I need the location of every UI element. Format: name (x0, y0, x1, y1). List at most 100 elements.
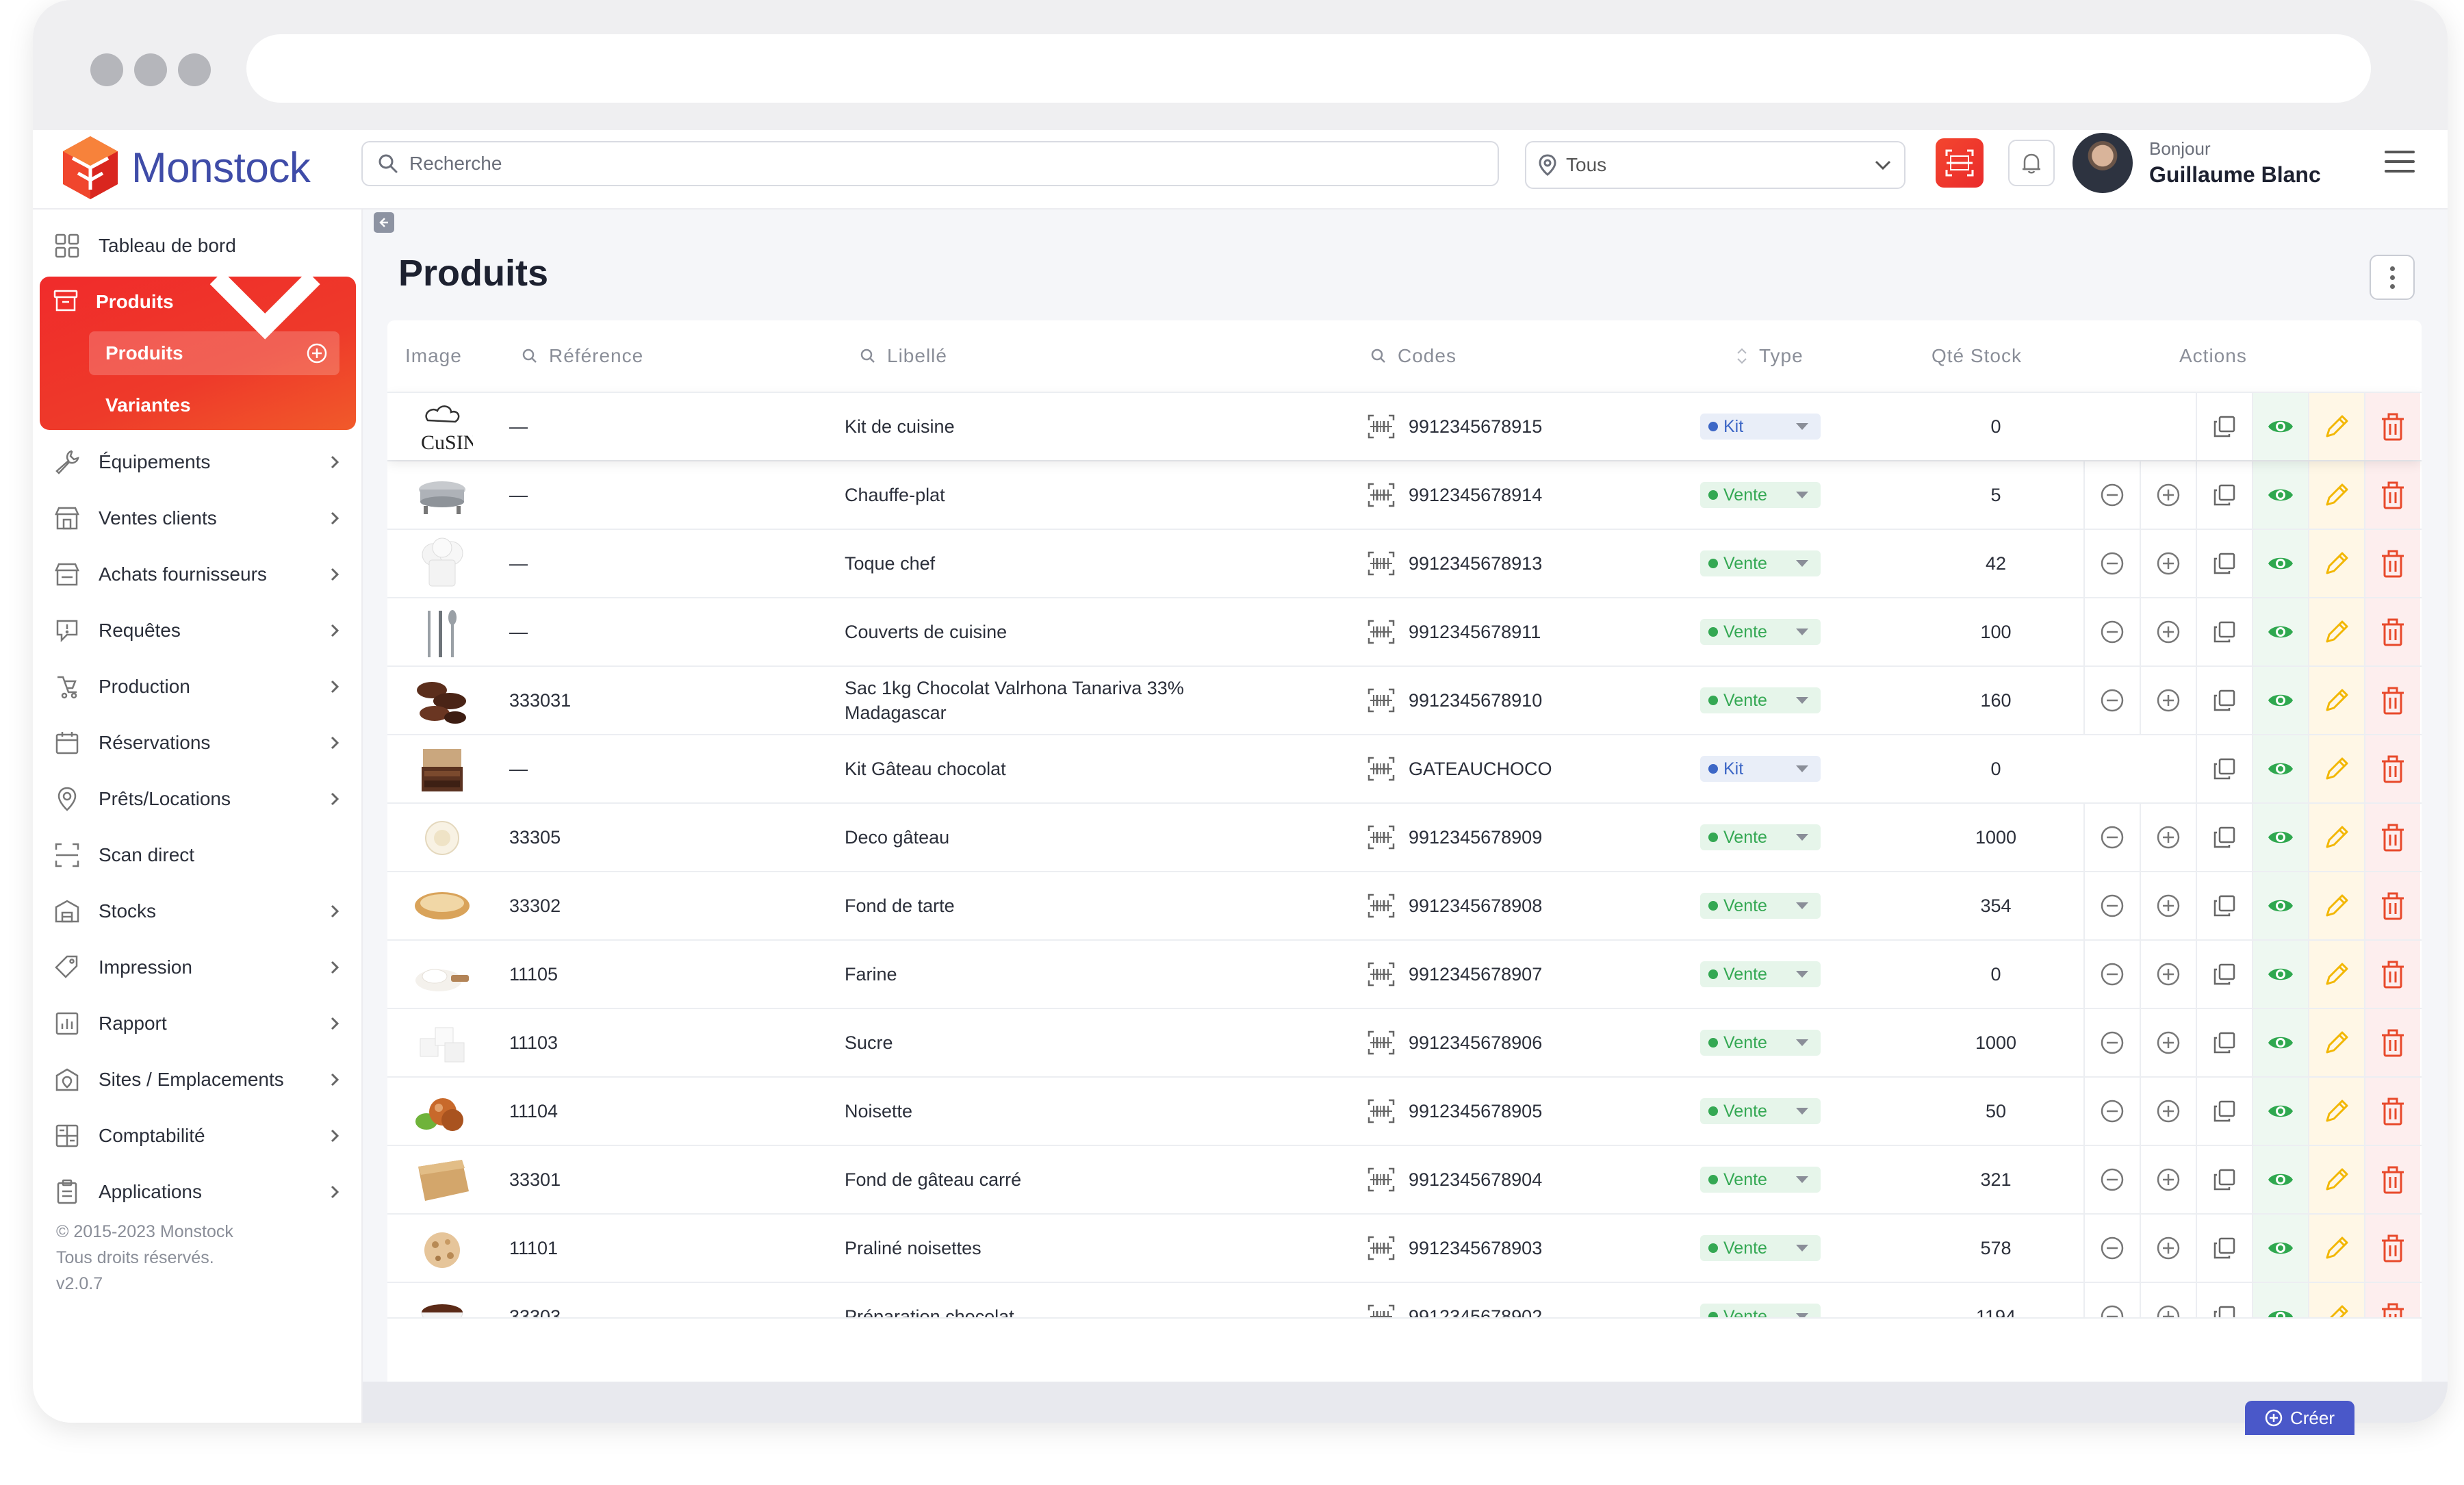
table-row[interactable]: — Kit Gâteau chocolat GATEAUCHOCO Kit 0 (387, 734, 2422, 802)
sidebar-item-sites-emplacements[interactable]: Sites / Emplacements (40, 1054, 356, 1105)
view-button[interactable] (2252, 1215, 2308, 1282)
table-row[interactable]: 33305 Deco gâteau 9912345678909 Vente 1000 (387, 802, 2422, 871)
edit-button[interactable] (2308, 1078, 2364, 1145)
view-button[interactable] (2252, 1146, 2308, 1213)
sidebar-item-requetes[interactable]: Requêtes (40, 605, 356, 656)
type-select[interactable]: Vente (1700, 687, 1821, 713)
sidebar-item-products[interactable]: Produits (40, 271, 356, 340)
window-minimize-dot[interactable] (134, 53, 167, 86)
increase-stock-button[interactable] (2140, 598, 2196, 665)
edit-button[interactable] (2308, 530, 2364, 597)
duplicate-button[interactable] (2196, 667, 2252, 734)
search-input[interactable] (409, 153, 1436, 175)
monstock-logo[interactable]: Monstock (59, 130, 311, 205)
sidebar-item-comptabilite[interactable]: Comptabilité (40, 1110, 356, 1161)
duplicate-button[interactable] (2196, 1009, 2252, 1076)
delete-button[interactable] (2364, 1078, 2420, 1145)
sidebar-item-prets-locations[interactable]: Prêts/Locations (40, 774, 356, 824)
table-row[interactable]: CuSIN — Kit de cuisine 9912345678915 Kit 0 (387, 392, 2422, 460)
table-row[interactable]: 33301 Fond de gâteau carré 9912345678904 Ve… (387, 1145, 2422, 1213)
horizontal-scrollbar[interactable] (363, 1382, 2448, 1423)
edit-button[interactable] (2308, 598, 2364, 665)
table-row[interactable]: 33302 Fond de tarte 9912345678908 Vente 354 (387, 871, 2422, 939)
duplicate-button[interactable] (2196, 941, 2252, 1008)
type-select[interactable]: Vente (1700, 824, 1821, 850)
delete-button[interactable] (2364, 393, 2420, 460)
decrease-stock-button[interactable] (2083, 1215, 2140, 1282)
window-close-dot[interactable] (90, 53, 123, 86)
sidebar-item-stocks[interactable]: Stocks (40, 886, 356, 937)
increase-stock-button[interactable] (2140, 804, 2196, 871)
delete-button[interactable] (2364, 804, 2420, 871)
table-row[interactable]: 11101 Praliné noisettes 9912345678903 Vente… (387, 1213, 2422, 1282)
type-select[interactable]: Vente (1700, 1235, 1821, 1261)
table-row[interactable]: — Couverts de cuisine 9912345678911 Vente 10… (387, 597, 2422, 665)
view-button[interactable] (2252, 461, 2308, 529)
delete-button[interactable] (2364, 872, 2420, 939)
delete-button[interactable] (2364, 735, 2420, 802)
duplicate-button[interactable] (2196, 1146, 2252, 1213)
type-select[interactable]: Vente (1700, 1098, 1821, 1124)
decrease-stock-button[interactable] (2083, 1009, 2140, 1076)
type-select[interactable]: Kit (1700, 414, 1821, 440)
edit-button[interactable] (2308, 735, 2364, 802)
sidebar-subitem-products[interactable]: Produits (89, 331, 339, 375)
table-row[interactable]: — Chauffe-plat 9912345678914 Vente 5 (387, 460, 2422, 529)
duplicate-button[interactable] (2196, 1078, 2252, 1145)
delete-button[interactable] (2364, 461, 2420, 529)
hamburger-menu-icon[interactable] (2385, 151, 2415, 175)
more-options-button[interactable] (2370, 255, 2415, 300)
type-select[interactable]: Vente (1700, 893, 1821, 919)
type-select[interactable]: Vente (1700, 961, 1821, 987)
type-select[interactable]: Vente (1700, 550, 1821, 576)
table-row[interactable]: — Toque chef 9912345678913 Vente 42 (387, 529, 2422, 597)
delete-button[interactable] (2364, 1146, 2420, 1213)
decrease-stock-button[interactable] (2083, 667, 2140, 734)
delete-button[interactable] (2364, 1009, 2420, 1076)
edit-button[interactable] (2308, 667, 2364, 734)
table-row[interactable]: 333031 Sac 1kg Chocolat Valrhona Tanariva… (387, 665, 2422, 734)
notifications-button[interactable] (2008, 140, 2055, 186)
edit-button[interactable] (2308, 1009, 2364, 1076)
view-button[interactable] (2252, 667, 2308, 734)
delete-button[interactable] (2364, 598, 2420, 665)
increase-stock-button[interactable] (2140, 667, 2196, 734)
column-header-type[interactable]: Type (1736, 345, 1804, 367)
decrease-stock-button[interactable] (2083, 530, 2140, 597)
search-box[interactable] (361, 141, 1499, 186)
type-select[interactable]: Vente (1700, 619, 1821, 645)
decrease-stock-button[interactable] (2083, 941, 2140, 1008)
duplicate-button[interactable] (2196, 393, 2252, 460)
edit-button[interactable] (2308, 1215, 2364, 1282)
increase-stock-button[interactable] (2140, 872, 2196, 939)
delete-button[interactable] (2364, 1215, 2420, 1282)
edit-button[interactable] (2308, 461, 2364, 529)
sidebar-item-production[interactable]: Production (40, 661, 356, 712)
delete-button[interactable] (2364, 530, 2420, 597)
duplicate-button[interactable] (2196, 1215, 2252, 1282)
sidebar-subitem-variants[interactable]: Variantes (105, 385, 191, 426)
table-row[interactable]: 11105 Farine 9912345678907 Vente 0 (387, 939, 2422, 1008)
duplicate-button[interactable] (2196, 735, 2252, 802)
view-button[interactable] (2252, 530, 2308, 597)
edit-button[interactable] (2308, 804, 2364, 871)
decrease-stock-button[interactable] (2083, 598, 2140, 665)
sidebar-item-reservations[interactable]: Réservations (40, 718, 356, 768)
table-row[interactable]: 11103 Sucre 9912345678906 Vente 1000 (387, 1008, 2422, 1076)
decrease-stock-button[interactable] (2083, 1146, 2140, 1213)
duplicate-button[interactable] (2196, 872, 2252, 939)
type-select[interactable]: Kit (1700, 756, 1821, 782)
delete-button[interactable] (2364, 667, 2420, 734)
type-select[interactable]: Vente (1700, 482, 1821, 508)
user-avatar[interactable] (2072, 133, 2133, 193)
edit-button[interactable] (2308, 941, 2364, 1008)
window-maximize-dot[interactable] (178, 53, 211, 86)
sidebar-item-achats-fournisseurs[interactable]: Achats fournisseurs (40, 549, 356, 600)
sidebar-item-equipements[interactable]: Équipements (40, 437, 356, 487)
decrease-stock-button[interactable] (2083, 461, 2140, 529)
increase-stock-button[interactable] (2140, 530, 2196, 597)
view-button[interactable] (2252, 1009, 2308, 1076)
duplicate-button[interactable] (2196, 530, 2252, 597)
view-button[interactable] (2252, 804, 2308, 871)
decrease-stock-button[interactable] (2083, 872, 2140, 939)
